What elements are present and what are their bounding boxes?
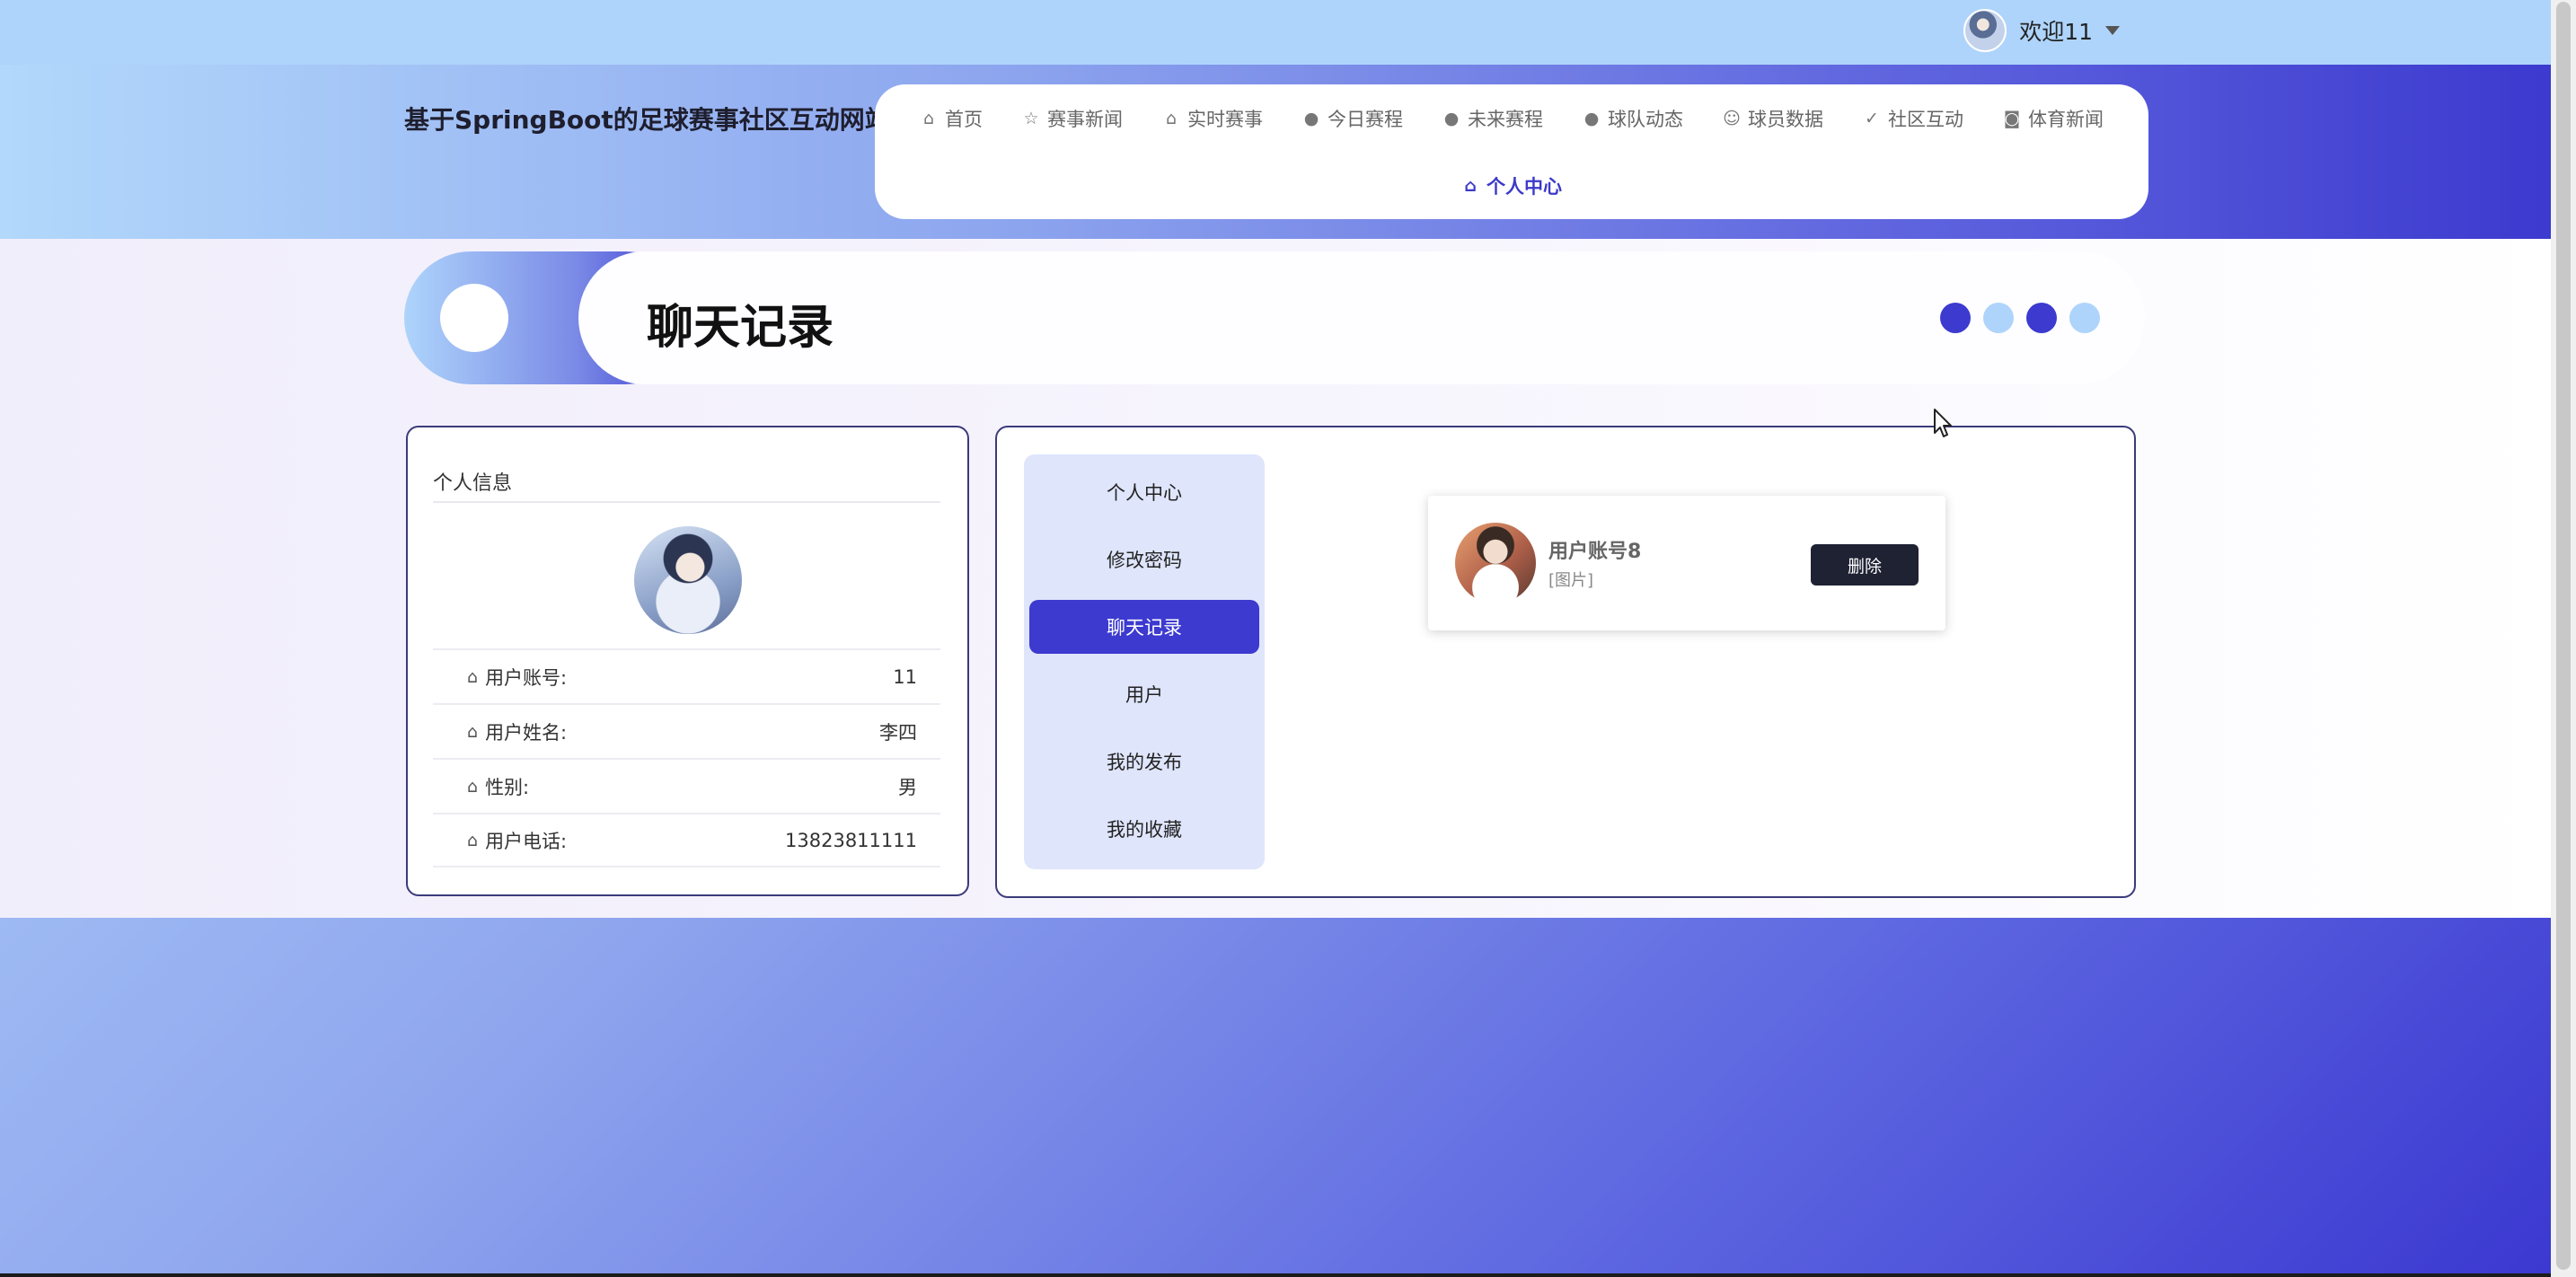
nav-item-sports-news[interactable]: ◙ 体育新闻: [1983, 105, 2123, 132]
nav-item-label: 体育新闻: [2028, 108, 2104, 130]
info-label: 用户账号:: [485, 666, 568, 689]
nav-item-label: 今日赛程: [1328, 108, 1403, 130]
nav-item-label: 首页: [945, 108, 983, 130]
main-content: 聊天记录 个人信息 ⌂ 用户账号: 11 ⌂ 用户姓名: 李四 ⌂ 性别: 男 …: [0, 239, 2551, 918]
site-header: 基于SpringBoot的足球赛事社区互动网站 ⌂ 首页 ☆ 赛事新闻 ⌂ 实时…: [0, 65, 2551, 239]
profile-info-list: ⌂ 用户账号: 11 ⌂ 用户姓名: 李四 ⌂ 性别: 男 ⌂ 用户电话: 13…: [433, 648, 940, 867]
page-title: 聊天记录: [647, 301, 834, 355]
question-icon: ●: [1443, 108, 1460, 128]
nav-row-primary: ⌂ 首页 ☆ 赛事新闻 ⌂ 实时赛事 ● 今日赛程 ● 未来赛程 ● 球队动态: [875, 84, 2148, 152]
decoration-dots: [1940, 303, 2100, 333]
decoration-dot: [1983, 303, 2014, 333]
home-icon: ⌂: [467, 776, 479, 797]
page-scrollbar[interactable]: [2551, 0, 2576, 1277]
home-icon: ⌂: [922, 108, 935, 128]
nav-row-secondary: ⌂ 个人中心: [875, 152, 2148, 219]
info-label: 性别:: [485, 776, 530, 798]
info-value: 11: [893, 665, 917, 688]
home-icon: ⌂: [1464, 175, 1477, 196]
info-label-wrap: ⌂ 用户电话:: [467, 827, 567, 854]
home-icon: ⌂: [467, 721, 479, 742]
content-card: 个人中心 修改密码 聊天记录 用户 我的发布 我的收藏 用户账号8 [图片] 删…: [995, 426, 2136, 898]
side-item-change-password[interactable]: 修改密码: [1029, 533, 1259, 586]
main-nav: ⌂ 首页 ☆ 赛事新闻 ⌂ 实时赛事 ● 今日赛程 ● 未来赛程 ● 球队动态: [875, 84, 2148, 219]
chat-user-name: 用户账号8: [1548, 541, 1642, 563]
info-value: 李四: [879, 721, 917, 744]
nav-item-label: 实时赛事: [1187, 108, 1263, 130]
nav-item-team-news[interactable]: ● 球队动态: [1563, 105, 1703, 132]
nav-item-player-data[interactable]: ☺ 球员数据: [1703, 105, 1843, 132]
user-menu[interactable]: 欢迎11: [1963, 8, 2120, 53]
title-card: 聊天记录: [578, 251, 2145, 384]
info-row-gender: ⌂ 性别: 男: [433, 758, 940, 813]
camera-icon: ◙: [2003, 108, 2021, 128]
bag-icon: ⌂: [1165, 108, 1178, 128]
decoration-dot: [2026, 303, 2057, 333]
side-item-my-posts[interactable]: 我的发布: [1029, 735, 1259, 788]
nav-item-match-news[interactable]: ☆ 赛事新闻: [1002, 105, 1142, 132]
info-label-wrap: ⌂ 用户姓名:: [467, 718, 567, 745]
chat-last-message: [图片]: [1548, 571, 1594, 590]
top-user-bar: 欢迎11: [0, 0, 2551, 65]
info-label-wrap: ⌂ 用户账号:: [467, 664, 567, 691]
chat-avatar: [1455, 523, 1536, 603]
side-item-users[interactable]: 用户: [1029, 667, 1259, 721]
nav-item-live-matches[interactable]: ⌂ 实时赛事: [1142, 105, 1283, 132]
nav-item-label: 社区互动: [1888, 108, 1963, 130]
profile-heading: 个人信息: [433, 467, 940, 503]
user-avatar[interactable]: [1963, 9, 2007, 52]
nav-item-label: 未来赛程: [1468, 108, 1543, 130]
nav-item-label: 球员数据: [1748, 108, 1823, 130]
side-item-personal-center[interactable]: 个人中心: [1029, 465, 1259, 519]
side-menu: 个人中心 修改密码 聊天记录 用户 我的发布 我的收藏: [1024, 454, 1265, 869]
info-label: 用户姓名:: [485, 721, 568, 744]
check-circle-icon: ✓: [1865, 108, 1879, 128]
smile-icon: ☺: [1723, 108, 1741, 128]
caret-down-icon[interactable]: [2105, 26, 2120, 35]
scrollbar-thumb[interactable]: [2556, 2, 2571, 1270]
title-banner: 聊天记录: [404, 251, 2145, 384]
bottom-edge: [0, 1273, 2551, 1277]
nav-item-community[interactable]: ✓ 社区互动: [1843, 105, 1983, 132]
info-icon: ●: [1584, 108, 1600, 128]
nav-item-today-schedule[interactable]: ● 今日赛程: [1283, 105, 1423, 132]
info-row-name: ⌂ 用户姓名: 李四: [433, 703, 940, 758]
warning-icon: ●: [1303, 108, 1319, 128]
decoration-dot: [1940, 303, 1971, 333]
info-label: 用户电话:: [485, 830, 568, 852]
profile-avatar: [634, 526, 742, 634]
info-value: 男: [898, 776, 917, 798]
mouse-cursor-icon: [1934, 409, 1952, 437]
home-icon: ⌂: [467, 830, 479, 850]
nav-item-home[interactable]: ⌂ 首页: [900, 105, 1002, 132]
nav-item-future-schedule[interactable]: ● 未来赛程: [1423, 105, 1563, 132]
star-icon: ☆: [1023, 108, 1039, 128]
info-row-account: ⌂ 用户账号: 11: [433, 648, 940, 703]
chat-record-item[interactable]: 用户账号8 [图片] 删除: [1428, 496, 1945, 630]
nav-item-label: 个人中心: [1486, 175, 1562, 198]
side-item-my-favorites[interactable]: 我的收藏: [1029, 802, 1259, 856]
welcome-text[interactable]: 欢迎11: [2019, 14, 2093, 47]
nav-item-label: 球队动态: [1608, 108, 1683, 130]
site-title: 基于SpringBoot的足球赛事社区互动网站: [404, 105, 890, 135]
decoration-dot: [2069, 303, 2100, 333]
info-label-wrap: ⌂ 性别:: [467, 773, 529, 800]
info-row-phone: ⌂ 用户电话: 13823811111: [433, 813, 940, 867]
nav-item-label: 赛事新闻: [1047, 108, 1123, 130]
nav-item-personal-center[interactable]: ⌂ 个人中心: [1442, 172, 1582, 199]
home-icon: ⌂: [467, 666, 479, 687]
info-value: 13823811111: [785, 829, 917, 851]
decoration-circle: [440, 284, 508, 352]
side-item-chat-records[interactable]: 聊天记录: [1029, 600, 1259, 654]
delete-button[interactable]: 删除: [1811, 544, 1919, 586]
profile-card: 个人信息 ⌂ 用户账号: 11 ⌂ 用户姓名: 李四 ⌂ 性别: 男 ⌂ 用户电…: [406, 426, 969, 896]
